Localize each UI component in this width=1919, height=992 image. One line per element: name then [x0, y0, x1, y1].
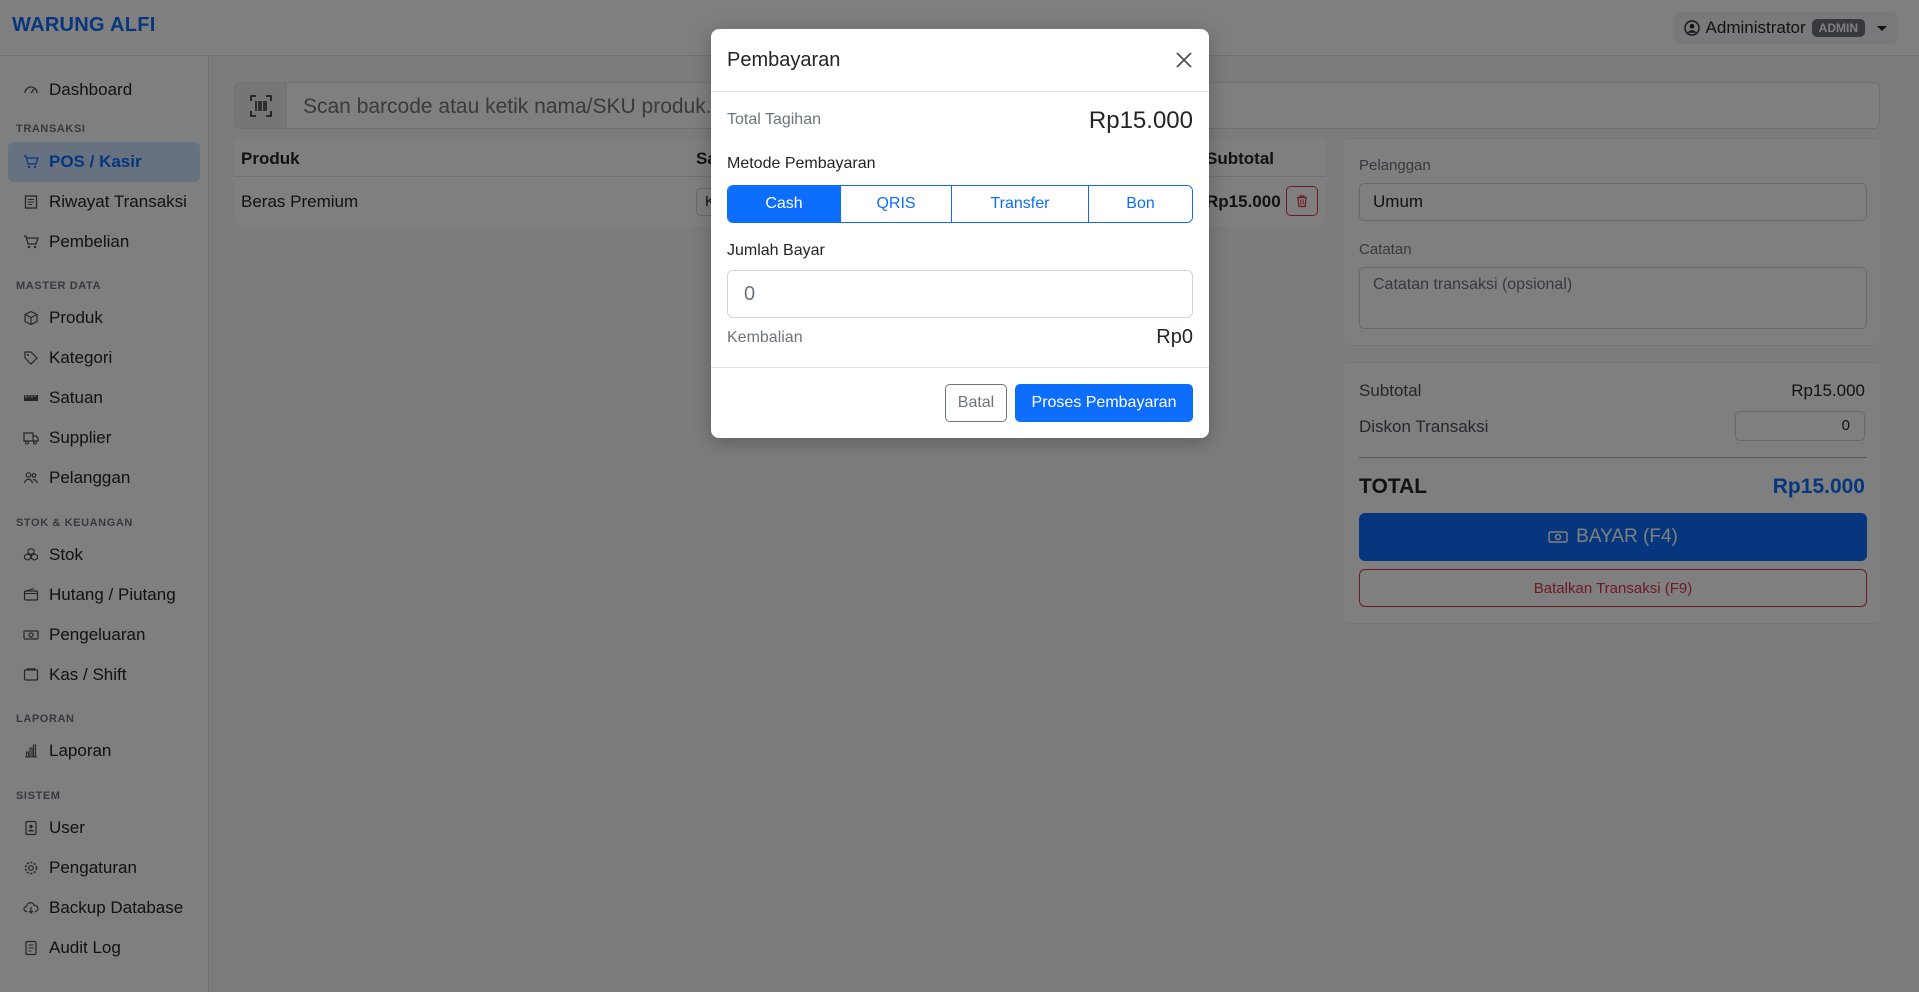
cancel-button[interactable]: Batal: [945, 384, 1007, 422]
payment-modal: Pembayaran Total Tagihan Rp15.000 Metode…: [711, 29, 1209, 438]
close-icon[interactable]: [1173, 49, 1195, 71]
total-bill-label: Total Tagihan: [727, 111, 821, 128]
modal-title: Pembayaran: [727, 49, 841, 71]
amount-paid-input[interactable]: 0: [727, 270, 1193, 318]
modal-header-divider: [711, 91, 1209, 92]
method-bon-button[interactable]: Bon: [1089, 186, 1192, 222]
method-cash-button[interactable]: Cash: [728, 186, 841, 222]
payment-method-group: Cash QRIS Transfer Bon: [727, 185, 1193, 223]
method-qris-button[interactable]: QRIS: [841, 186, 952, 222]
process-payment-button[interactable]: Proses Pembayaran: [1015, 384, 1193, 422]
change-label: Kembalian: [727, 329, 803, 346]
change-value: Rp0: [1156, 326, 1193, 348]
modal-footer-divider: [711, 367, 1209, 368]
total-bill-value: Rp15.000: [1088, 107, 1193, 134]
payment-method-label: Metode Pembayaran: [727, 155, 876, 172]
method-transfer-button[interactable]: Transfer: [952, 186, 1089, 222]
amount-paid-label: Jumlah Bayar: [727, 242, 825, 259]
